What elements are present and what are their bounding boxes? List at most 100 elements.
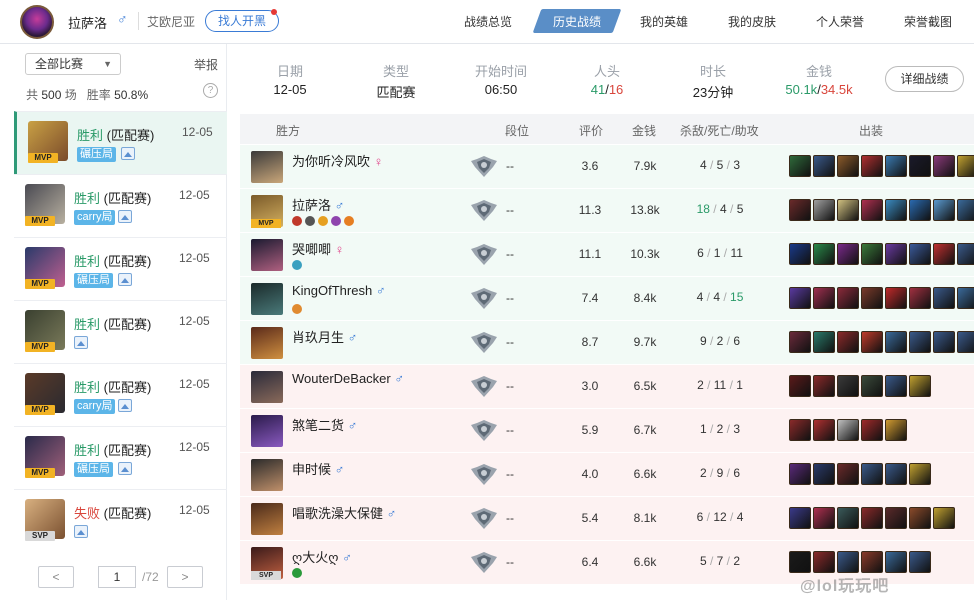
item-icon[interactable] [909, 463, 931, 485]
item-icon[interactable] [933, 419, 955, 441]
item-icon[interactable] [813, 243, 835, 265]
item-icon[interactable] [813, 551, 835, 573]
item-icon[interactable] [909, 287, 931, 309]
item-icon[interactable] [837, 243, 859, 265]
screenshot-icon[interactable] [118, 462, 132, 475]
item-icon[interactable] [909, 243, 931, 265]
match-list-item[interactable]: MVP 胜利 (匹配赛) 12-05 碾压局 [14, 111, 227, 174]
item-icon[interactable] [885, 419, 907, 441]
item-icon[interactable] [813, 463, 835, 485]
match-list-item[interactable]: MVP 胜利 (匹配赛) 12-05 carry局 [14, 363, 227, 426]
item-icon[interactable] [861, 287, 883, 309]
match-list-item[interactable]: MVP 胜利 (匹配赛) 12-05 [14, 300, 227, 363]
find-teammate-button[interactable]: 找人开黑 [205, 9, 279, 32]
item-icon[interactable] [789, 243, 811, 265]
item-icon[interactable] [909, 507, 931, 529]
item-icon[interactable] [933, 463, 955, 485]
nav-history[interactable]: 历史战绩 [537, 13, 617, 30]
nav-my-skins[interactable]: 我的皮肤 [728, 13, 776, 30]
item-icon[interactable] [957, 551, 974, 573]
nav-my-heroes[interactable]: 我的英雄 [640, 13, 688, 30]
item-icon[interactable] [789, 419, 811, 441]
table-row[interactable]: 肖玖月生 ♂ -- 8.7 9.7k 9 / 2 / 6 [240, 321, 974, 365]
item-icon[interactable] [861, 507, 883, 529]
screenshot-icon[interactable] [118, 210, 132, 223]
match-list-item[interactable]: MVP 胜利 (匹配赛) 12-05 carry局 [14, 174, 227, 237]
item-icon[interactable] [813, 155, 835, 177]
player-name[interactable]: WouterDeBacker ♂ [292, 371, 404, 386]
item-icon[interactable] [909, 199, 931, 221]
item-icon[interactable] [933, 243, 955, 265]
player-name[interactable]: 唱歌洗澡大保健 ♂ [292, 503, 396, 522]
detail-stats-button[interactable]: 详细战绩 [885, 66, 964, 92]
item-icon[interactable] [837, 375, 859, 397]
item-icon[interactable] [885, 331, 907, 353]
table-row[interactable]: 哭唧唧 ♀ -- 11.1 10.3k 6 / 1 / 11 [240, 233, 974, 277]
item-icon[interactable] [933, 199, 955, 221]
nav-honor-screenshots[interactable]: 荣誉截图 [904, 13, 952, 30]
item-icon[interactable] [789, 551, 811, 573]
table-row[interactable]: MVP 拉萨洛 ♂ -- 11.3 13.8k 18 / 4 / 5 [240, 189, 974, 233]
item-icon[interactable] [933, 551, 955, 573]
item-icon[interactable] [813, 375, 835, 397]
item-icon[interactable] [837, 155, 859, 177]
match-list-item[interactable]: SVP 失败 (匹配赛) 12-05 [14, 489, 227, 552]
item-icon[interactable] [885, 199, 907, 221]
item-icon[interactable] [957, 287, 974, 309]
match-list-item[interactable]: MVP 胜利 (匹配赛) 12-05 碾压局 [14, 237, 227, 300]
page-number-input[interactable]: 1 [98, 566, 136, 588]
item-icon[interactable] [909, 419, 931, 441]
item-icon[interactable] [861, 155, 883, 177]
item-icon[interactable] [789, 463, 811, 485]
item-icon[interactable] [837, 331, 859, 353]
item-icon[interactable] [957, 243, 974, 265]
item-icon[interactable] [885, 243, 907, 265]
table-row[interactable]: KingOfThresh ♂ -- 7.4 8.4k 4 / 4 / 15 [240, 277, 974, 321]
help-icon[interactable]: ? [203, 83, 218, 98]
item-icon[interactable] [837, 287, 859, 309]
player-name[interactable]: 拉萨洛 ♂ [292, 195, 344, 214]
item-icon[interactable] [957, 155, 974, 177]
report-link[interactable]: 举报 [194, 56, 218, 73]
item-icon[interactable] [813, 331, 835, 353]
item-icon[interactable] [957, 419, 974, 441]
item-icon[interactable] [789, 199, 811, 221]
table-row[interactable]: 申时候 ♂ -- 4.0 6.6k 2 / 9 / 6 [240, 453, 974, 497]
item-icon[interactable] [885, 155, 907, 177]
table-row[interactable]: 煞笔二货 ♂ -- 5.9 6.7k 1 / 2 / 3 [240, 409, 974, 453]
next-page-button[interactable]: > [167, 566, 203, 588]
item-icon[interactable] [957, 331, 974, 353]
item-icon[interactable] [789, 331, 811, 353]
item-icon[interactable] [861, 463, 883, 485]
item-icon[interactable] [837, 507, 859, 529]
player-name[interactable]: KingOfThresh ♂ [292, 283, 386, 298]
item-icon[interactable] [861, 331, 883, 353]
player-name[interactable]: 哭唧唧 ♀ [292, 239, 344, 258]
table-row[interactable]: WouterDeBacker ♂ -- 3.0 6.5k 2 / 11 / 1 [240, 365, 974, 409]
screenshot-icon[interactable] [121, 147, 135, 160]
player-name[interactable]: ღ大火ღ ♂ [292, 547, 352, 566]
item-icon[interactable] [885, 551, 907, 573]
item-icon[interactable] [837, 463, 859, 485]
item-icon[interactable] [861, 199, 883, 221]
item-icon[interactable] [813, 507, 835, 529]
match-filter-select[interactable]: 全部比赛 ▼ [25, 53, 121, 75]
table-row[interactable]: 为你听冷风吹 ♀ -- 3.6 7.9k 4 / 5 / 3 [240, 145, 974, 189]
screenshot-icon[interactable] [74, 525, 88, 538]
player-name[interactable]: 煞笔二货 ♂ [292, 415, 357, 434]
item-icon[interactable] [957, 199, 974, 221]
item-icon[interactable] [813, 419, 835, 441]
item-icon[interactable] [957, 507, 974, 529]
nav-overview[interactable]: 战绩总览 [464, 13, 512, 30]
nav-personal-honor[interactable]: 个人荣誉 [816, 13, 864, 30]
item-icon[interactable] [933, 375, 955, 397]
item-icon[interactable] [885, 507, 907, 529]
avatar[interactable] [20, 5, 54, 39]
screenshot-icon[interactable] [74, 336, 88, 349]
item-icon[interactable] [813, 199, 835, 221]
item-icon[interactable] [813, 287, 835, 309]
prev-page-button[interactable]: < [38, 566, 74, 588]
item-icon[interactable] [837, 551, 859, 573]
item-icon[interactable] [933, 155, 955, 177]
item-icon[interactable] [885, 287, 907, 309]
